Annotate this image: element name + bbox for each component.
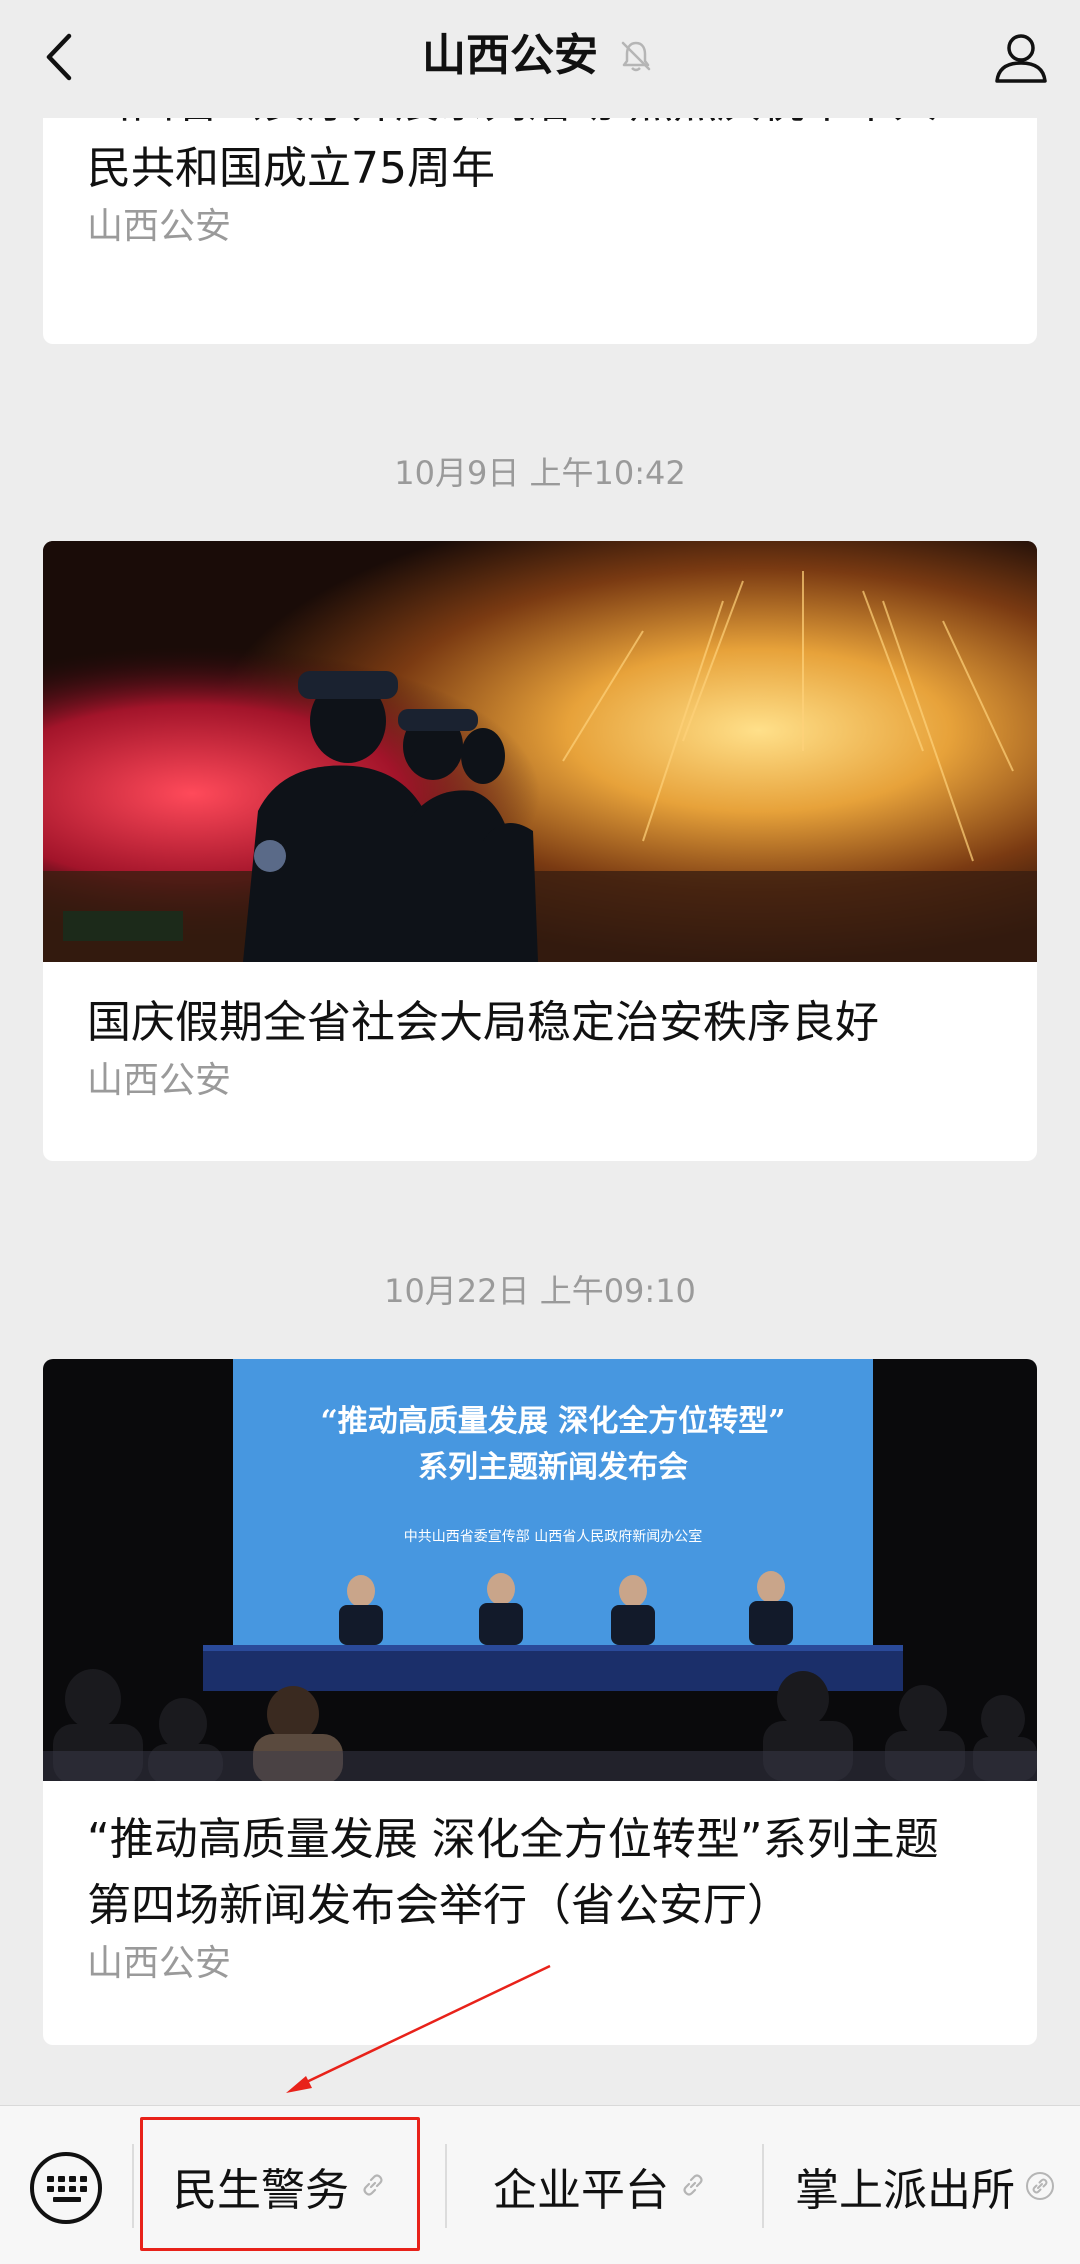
banner-line-3: 中共山西省委宣传部 山西省人民政府新闻办公室 <box>404 1528 702 1545</box>
menu-divider <box>762 2144 764 2228</box>
title-group: 山西公安 <box>0 26 1080 86</box>
message-timestamp: 10月22日 上午09:10 <box>384 1272 696 1310</box>
menu-divider <box>132 2144 134 2228</box>
article-source: 山西公安 <box>87 1060 232 1101</box>
article-title: “推动高质量发展 深化全方位转型”系列主题 第四场新闻发布会举行（省公安厅） <box>87 1814 939 1931</box>
bell-off-icon <box>618 36 658 76</box>
article-image: “推动高质量发展 深化全方位转型” 系列主题新闻发布会 中共山西省委宣传部 山西… <box>43 1359 1037 1781</box>
profile-button[interactable] <box>988 24 1054 90</box>
banner-line-1: “推动高质量发展 深化全方位转型” <box>321 1404 786 1439</box>
navigation-bar: 山西公安 <box>0 0 1080 118</box>
message-timestamp: 10月9日 上午10:42 <box>394 454 686 492</box>
menu-item-enterprise[interactable]: 企业平台 <box>470 2146 732 2226</box>
person-icon <box>995 34 1047 83</box>
menu-divider <box>445 2144 447 2228</box>
page-title: 山西公安 <box>422 30 598 81</box>
keyboard-toggle-button[interactable] <box>28 2150 104 2226</box>
message-feed: 山西省公安厅开展系列活动 热烈庆祝中华人 民共和国成立75周年 山西公安 10月… <box>0 0 1080 2100</box>
menu-item-label: 企业平台 <box>493 2165 669 2216</box>
article-source: 山西公安 <box>87 206 232 247</box>
article-image <box>43 541 1037 962</box>
link-icon <box>1025 2171 1055 2201</box>
banner-line-2: 系列主题新闻发布会 <box>418 1450 688 1485</box>
menu-item-label: 掌上派出所 <box>795 2165 1015 2216</box>
article-title: 国庆假期全省社会大局稳定治安秩序良好 <box>87 997 879 1048</box>
menu-item-police-station[interactable]: 掌上派出所 <box>784 2146 1066 2226</box>
article-card[interactable]: “推动高质量发展 深化全方位转型” 系列主题新闻发布会 中共山西省委宣传部 山西… <box>43 1359 1037 2045</box>
annotation-arrow-icon <box>286 1964 551 2093</box>
annotation-highlight-box <box>140 2117 420 2251</box>
article-card[interactable]: 国庆假期全省社会大局稳定治安秩序良好 山西公安 <box>43 541 1037 1161</box>
link-icon <box>679 2171 709 2201</box>
keyboard-icon <box>30 2152 102 2224</box>
